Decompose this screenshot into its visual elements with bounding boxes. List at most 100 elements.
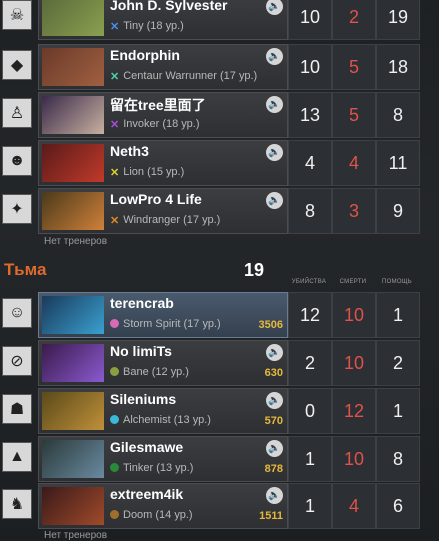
hero-info: Alchemist (13 ур.) [110,414,211,426]
hero-info: Doom (14 ур.) [110,509,193,521]
player-card[interactable]: Sileniums Alchemist (13 ур.) 🔈 570 [38,388,288,434]
speaker-icon[interactable]: 🔈 [266,344,283,361]
net-worth: 630 [264,367,283,379]
dire-team-name: Тьма [4,260,47,279]
hero-name-level: Lion (15 ур.) [123,166,185,178]
hero-portrait [42,296,104,334]
player-name[interactable]: Neth3 [110,143,149,159]
skull-icon[interactable]: ☠ [2,0,32,30]
kills-value: 4 [288,140,332,186]
hero-portrait [42,192,104,230]
hero-name-level: Centaur Warrunner (17 ур.) [123,70,258,82]
hero-marker-icon: ✕ [110,215,120,227]
scene-icon[interactable]: ▲ [2,442,32,472]
no-limits-icon[interactable]: ⊘ [2,346,32,376]
net-worth: 1511 [259,510,283,522]
dire-team-score: 19 [244,260,265,280]
hero-marker-icon: ✕ [110,167,120,179]
emblem-icon[interactable]: ✦ [2,194,32,224]
player-name[interactable]: extreem4ik [110,486,183,502]
portrait-icon[interactable]: ☻ [2,146,32,176]
player-name[interactable]: John D. Sylvester [110,0,228,13]
player-row[interactable]: ♙ 留在tree里面了 ✕ Invoker (18 ур.) 🔈 13 5 8 [0,92,439,138]
player-name[interactable]: No limiTs [110,343,172,359]
deaths-value: 5 [332,44,376,90]
player-row[interactable]: ⊘ No limiTs Bane (12 ур.) 🔈 630 2 10 2 [0,340,439,386]
deaths-value: 12 [332,388,376,434]
player-row[interactable]: ☻ Neth3 ✕ Lion (15 ур.) 🔈 4 4 11 [0,140,439,186]
kills-column-header: УБИЙСТВА [291,279,327,285]
player-row[interactable]: ☠ John D. Sylvester ✕ Tiny (18 ур.) 🔈 10 2 19 [0,0,439,40]
deaths-value: 5 [332,92,376,138]
player-name[interactable]: Gilesmawe [110,439,183,455]
speaker-icon[interactable]: 🔈 [266,0,283,15]
speaker-icon[interactable]: 🔈 [266,440,283,457]
assists-value: 11 [376,140,420,186]
net-worth: 570 [264,415,283,427]
player-row[interactable]: ♞ extreem4ik Doom (14 ур.) 🔈 1511 1 4 6 [0,483,439,529]
speaker-icon[interactable]: 🔈 [266,48,283,65]
hero-name-level: Alchemist (13 ур.) [123,414,211,426]
kills-value: 13 [288,92,332,138]
speaker-icon[interactable]: 🔈 [266,392,283,409]
kills-value: 1 [288,436,332,482]
hero-info: ✕ Centaur Warrunner (17 ур.) [110,70,257,82]
player-card[interactable]: LowPro 4 Life ✕ Windranger (17 ур.) 🔈 [38,188,288,234]
player-card[interactable]: No limiTs Bane (12 ур.) 🔈 630 [38,340,288,386]
player-row[interactable]: ☺ terencrab Storm Spirit (17 ур.) 3506 12 10 1 [0,292,439,338]
hero-name-level: Tinker (13 ур.) [123,462,194,474]
player-card[interactable]: terencrab Storm Spirit (17 ур.) 3506 [38,292,288,338]
player-card[interactable]: Endorphin ✕ Centaur Warrunner (17 ур.) 🔈 [38,44,288,90]
mask-icon[interactable]: ☗ [2,394,32,424]
deaths-value: 4 [332,140,376,186]
player-card[interactable]: extreem4ik Doom (14 ур.) 🔈 1511 [38,483,288,529]
player-name[interactable]: Sileniums [110,391,176,407]
hero-marker-icon [110,510,119,519]
speaker-icon[interactable]: 🔈 [266,192,283,209]
hero-name-level: Tiny (18 ур.) [123,20,184,32]
hero-info: Tinker (13 ур.) [110,462,193,474]
assists-value: 9 [376,188,420,234]
player-card[interactable]: John D. Sylvester ✕ Tiny (18 ур.) 🔈 [38,0,288,40]
player-row[interactable]: ☗ Sileniums Alchemist (13 ур.) 🔈 570 0 12 1 [0,388,439,434]
kills-value: 12 [288,292,332,338]
logo-icon[interactable]: ◆ [2,50,32,80]
player-name[interactable]: Endorphin [110,47,180,63]
speaker-icon[interactable]: 🔈 [266,487,283,504]
player-card[interactable]: 留在tree里面了 ✕ Invoker (18 ур.) 🔈 [38,92,288,138]
speaker-icon[interactable]: 🔈 [266,144,283,161]
character-icon[interactable]: ♞ [2,489,32,519]
player-name[interactable]: terencrab [110,295,174,311]
hero-marker-icon: ✕ [110,119,120,131]
player-card[interactable]: Neth3 ✕ Lion (15 ур.) 🔈 [38,140,288,186]
hero-portrait [42,144,104,182]
dire-no-coaches: Нет тренеров [44,530,108,541]
player-row[interactable]: ▲ Gilesmawe Tinker (13 ур.) 🔈 878 1 10 8 [0,436,439,482]
hero-marker-icon [110,319,119,328]
hero-info: ✕ Lion (15 ур.) [110,166,184,178]
deaths-value: 3 [332,188,376,234]
kills-value: 10 [288,44,332,90]
creature-icon[interactable]: ☺ [2,298,32,328]
kills-value: 10 [288,0,332,40]
player-name[interactable]: 留在tree里面了 [110,95,206,115]
hero-name-level: Storm Spirit (17 ур.) [123,318,221,330]
hero-info: Storm Spirit (17 ур.) [110,318,221,330]
assists-value: 8 [376,436,420,482]
assists-value: 19 [376,0,420,40]
net-worth: 3506 [258,319,283,331]
player-row[interactable]: ◆ Endorphin ✕ Centaur Warrunner (17 ур.) 🔈 10… [0,44,439,90]
assists-value: 6 [376,483,420,529]
deaths-value: 4 [332,483,376,529]
hero-info: Bane (12 ур.) [110,366,189,378]
kills-value: 1 [288,483,332,529]
radiant-no-coaches: Нет тренеров [44,236,108,247]
player-card[interactable]: Gilesmawe Tinker (13 ур.) 🔈 878 [38,436,288,482]
player-name[interactable]: LowPro 4 Life [110,191,202,207]
deaths-column-header: СМЕРТИ [339,279,367,285]
hero-portrait [42,48,104,86]
speaker-icon[interactable]: 🔈 [266,96,283,113]
player-row[interactable]: ✦ LowPro 4 Life ✕ Windranger (17 ур.) 🔈 8 3 9 [0,188,439,234]
figure-icon[interactable]: ♙ [2,98,32,128]
hero-info: ✕ Tiny (18 ур.) [110,20,184,32]
